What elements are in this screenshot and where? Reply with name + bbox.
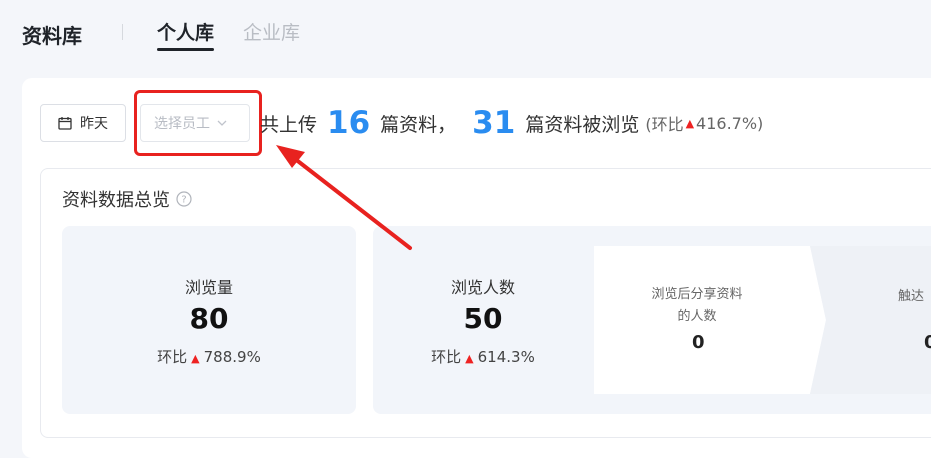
annotation-arrow (276, 145, 412, 250)
